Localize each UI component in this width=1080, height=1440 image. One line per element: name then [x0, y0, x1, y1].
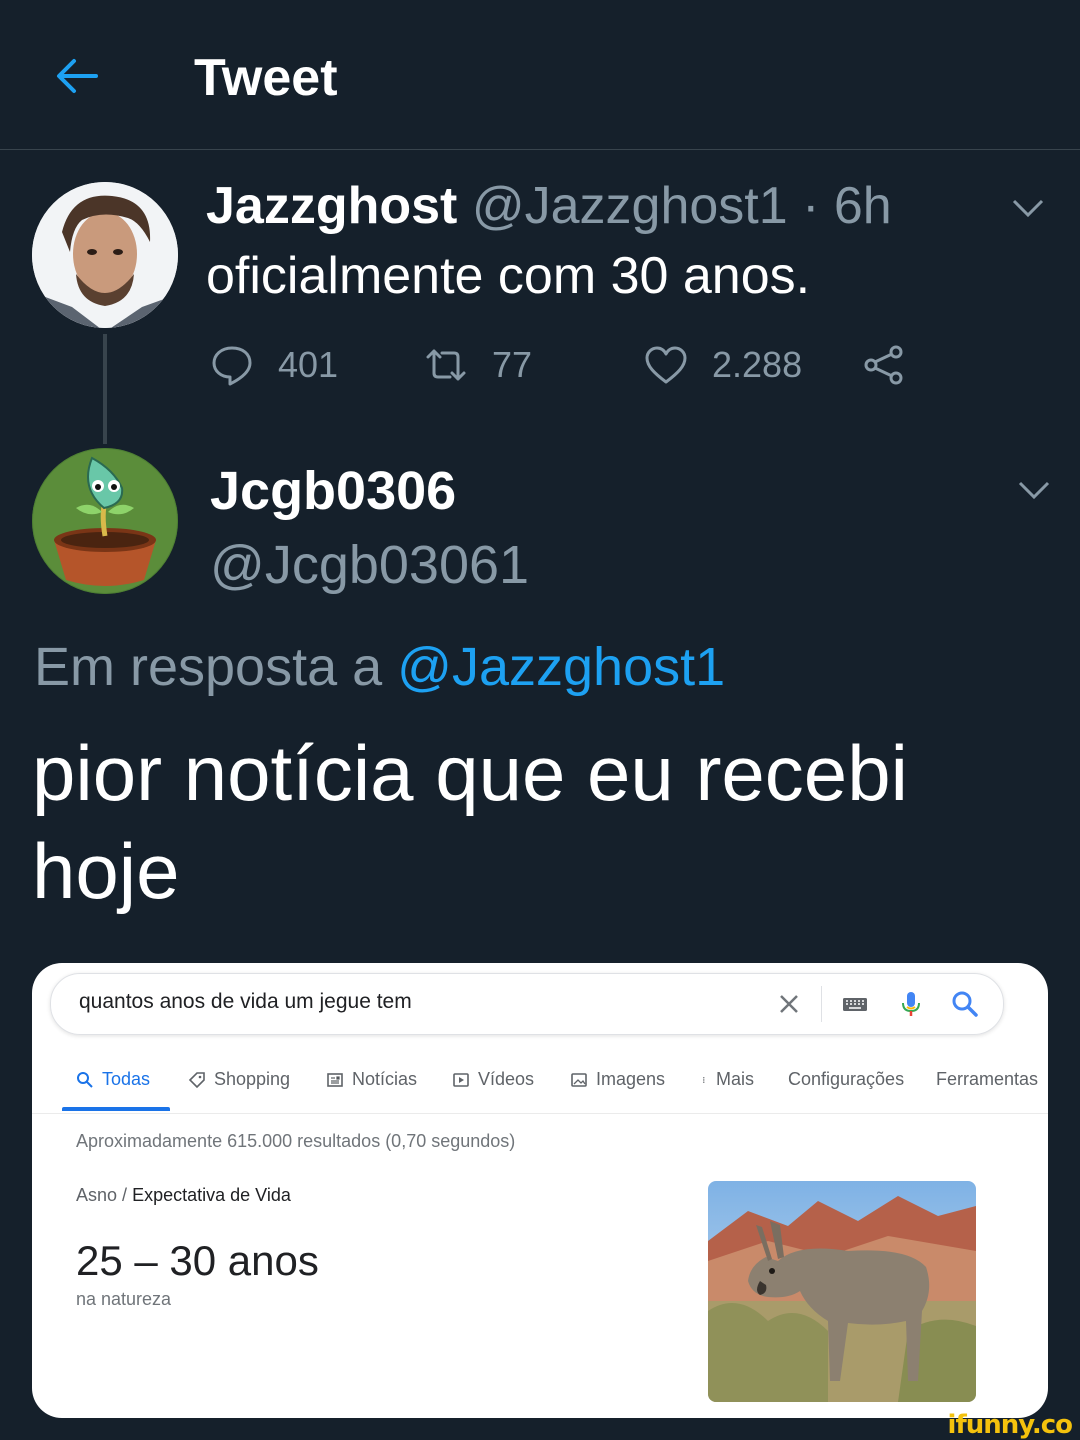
tab-label: Notícias — [352, 1069, 418, 1089]
ifunny-watermark: ifunny.co — [947, 1410, 1073, 1440]
avatar-jazzghost[interactable] — [32, 182, 178, 328]
tweet1-handle-time[interactable]: @Jazzghost1 · 6h — [472, 177, 892, 235]
reply-count: 401 — [278, 344, 339, 385]
more-vert-icon — [703, 1076, 705, 1083]
image-bottom-bar — [0, 1418, 1080, 1439]
page-title: Tweet — [194, 49, 338, 107]
tweet1-author-name[interactable]: Jazzghost — [206, 177, 457, 235]
breadcrumb-separator: / — [122, 1185, 128, 1205]
donkey-photo[interactable] — [708, 1181, 976, 1402]
featured-answer: 25 – 30 anos — [76, 1237, 319, 1284]
like-count: 2.288 — [712, 344, 803, 385]
tab-label: Shopping — [214, 1069, 291, 1089]
reply-prefix: Em resposta a — [34, 637, 383, 697]
tab-label: Configurações — [788, 1069, 905, 1089]
reply-button[interactable]: 401 — [210, 340, 338, 390]
tab-label: Imagens — [596, 1069, 666, 1089]
tweet1-actions: 401 77 2.288 — [210, 340, 930, 390]
search-icon[interactable] — [951, 990, 979, 1018]
tab-mais[interactable]: Mais — [702, 1069, 754, 1090]
tweet1-header: Jazzghost @Jazzghost1 · 6h — [206, 176, 892, 236]
tab-todas[interactable]: Todas — [76, 1069, 150, 1090]
tab-videos[interactable]: Vídeos — [452, 1069, 534, 1090]
like-button[interactable]: 2.288 — [644, 340, 802, 390]
tab-label: Mais — [716, 1069, 755, 1089]
google-search-image[interactable]: quantos anos de vida um jegue tem Todas … — [32, 963, 1048, 1418]
result-stats: Aproximadamente 615.000 resultados (0,70… — [76, 1131, 516, 1151]
search-query: quantos anos de vida um jegue tem — [79, 990, 412, 1013]
breadcrumb: Asno / Expectativa de Vida — [76, 1185, 291, 1206]
play-icon — [453, 1072, 469, 1087]
retweet-icon — [426, 349, 466, 381]
tweet2-text: pior notícia que eu recebi hoje — [32, 729, 908, 915]
reply-context: Em resposta a @Jazzghost1 — [34, 636, 725, 698]
keyboard-icon[interactable] — [841, 990, 869, 1018]
microphone-icon[interactable] — [897, 990, 925, 1018]
close-icon[interactable] — [775, 990, 803, 1018]
avatar-jcgb0306[interactable] — [32, 448, 178, 594]
search-icon — [77, 1071, 93, 1088]
reply-icon — [212, 346, 252, 386]
tweet1-text: oficialmente com 30 anos. — [206, 247, 811, 305]
tab-label: Vídeos — [478, 1069, 535, 1089]
tweet2-handle[interactable]: @Jcgb03061 — [210, 534, 529, 596]
tag-icon — [188, 1071, 205, 1088]
newspaper-icon — [327, 1072, 343, 1087]
retweet-button[interactable]: 77 — [424, 340, 532, 390]
search-divider — [821, 986, 822, 1022]
tab-configuracoes[interactable]: Configurações — [788, 1069, 904, 1090]
back-arrow-icon[interactable] — [52, 52, 100, 100]
search-tabs: Todas Shopping Notícias Vídeos Imagens M… — [32, 1059, 1048, 1114]
tab-label: Ferramentas — [936, 1069, 1039, 1089]
image-icon — [571, 1072, 587, 1087]
chevron-down-icon[interactable] — [1016, 478, 1052, 502]
heart-icon — [645, 346, 687, 384]
tab-ferramentas[interactable]: Ferramentas — [936, 1069, 1038, 1090]
reply-to-link[interactable]: @Jazzghost1 — [397, 637, 725, 697]
breadcrumb-root[interactable]: Asno — [76, 1185, 117, 1205]
google-search-box[interactable]: quantos anos de vida um jegue tem — [50, 973, 1004, 1035]
share-button[interactable] — [862, 340, 930, 390]
breadcrumb-current: Expectativa de Vida — [132, 1185, 291, 1205]
answer-subtitle: na natureza — [76, 1289, 172, 1309]
share-icon — [864, 345, 903, 385]
tab-imagens[interactable]: Imagens — [570, 1069, 665, 1090]
tab-label: Todas — [102, 1069, 151, 1089]
tweet2-author-name[interactable]: Jcgb0306 — [210, 460, 456, 522]
retweet-count: 77 — [492, 344, 533, 385]
active-tab-indicator — [62, 1107, 170, 1111]
thread-connector — [103, 334, 107, 444]
top-bar: Tweet — [0, 0, 1080, 150]
tab-shopping[interactable]: Shopping — [188, 1069, 290, 1090]
tab-noticias[interactable]: Notícias — [326, 1069, 417, 1090]
chevron-down-icon[interactable] — [1010, 196, 1046, 220]
